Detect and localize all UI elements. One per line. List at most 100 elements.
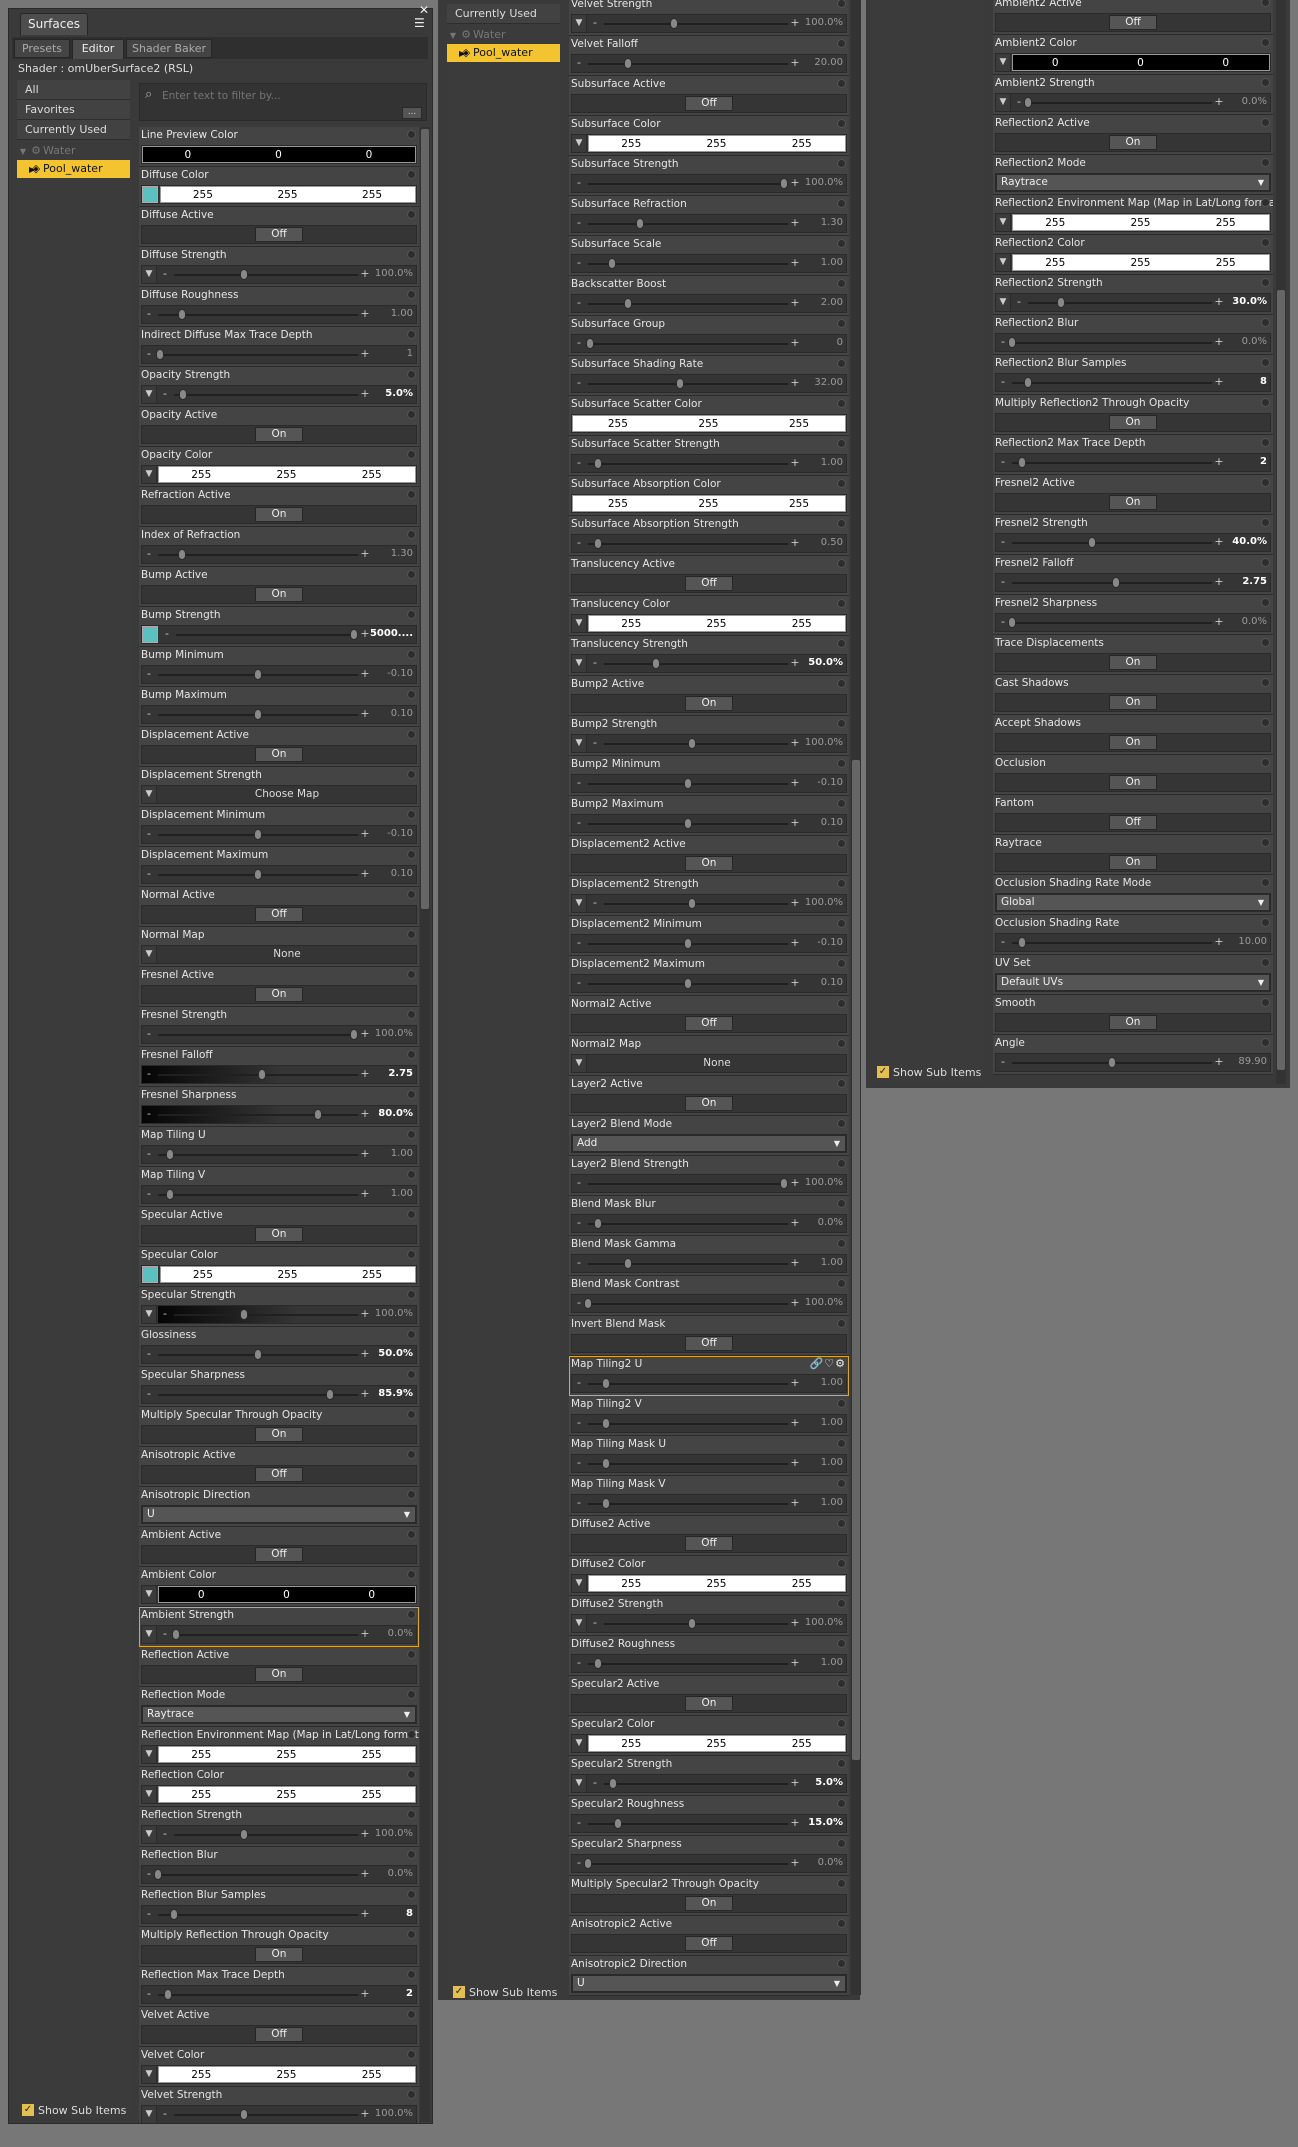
property-options-icon[interactable]	[837, 359, 846, 368]
slider-value[interactable]: 5.0%	[815, 1776, 843, 1790]
slider-knob[interactable]	[314, 1109, 322, 1120]
property-options-icon[interactable]	[837, 1479, 846, 1488]
property-options-icon[interactable]	[407, 850, 416, 859]
gear-icon[interactable]: ⚙	[835, 1357, 846, 1370]
increment-button[interactable]: +	[790, 896, 800, 910]
tab-presets[interactable]: Presets	[14, 39, 70, 58]
property-options-icon[interactable]	[837, 439, 846, 448]
slider-knob[interactable]	[1057, 297, 1066, 308]
color-value-field[interactable]: 000	[142, 146, 416, 163]
value-slider[interactable]: - +80.0%	[142, 1106, 416, 1123]
green-value[interactable]: 255	[246, 188, 330, 202]
slider-value[interactable]: 10.00	[1238, 935, 1267, 949]
decrement-button[interactable]: -	[144, 827, 154, 841]
map-menu-button[interactable]: ▼	[572, 1575, 587, 1592]
decrement-button[interactable]: -	[590, 656, 600, 670]
slider-value[interactable]: 1.00	[391, 1187, 413, 1201]
property-options-icon[interactable]	[407, 210, 416, 219]
increment-button[interactable]: +	[790, 176, 800, 190]
color-value-field[interactable]: 255 255 255	[160, 186, 416, 203]
slider-track[interactable]	[158, 1154, 358, 1156]
property-options-icon[interactable]	[407, 2050, 416, 2059]
toggle-button[interactable]: On	[685, 696, 733, 711]
slider-knob[interactable]	[1108, 1057, 1116, 1068]
increment-button[interactable]: +	[1214, 455, 1224, 469]
property-options-icon[interactable]	[837, 79, 846, 88]
green-value[interactable]: 255	[244, 468, 328, 482]
chevron-down-icon[interactable]: ▼	[1258, 975, 1264, 990]
map-menu-button[interactable]: ▼	[142, 266, 157, 283]
slider-value[interactable]: 100.0%	[805, 1616, 843, 1630]
slider-track[interactable]	[174, 2114, 358, 2116]
value-slider[interactable]: - +1.00	[572, 1375, 846, 1392]
red-value[interactable]: 0	[143, 148, 233, 162]
increment-button[interactable]: +	[360, 1867, 370, 1881]
value-slider[interactable]: - +0.0%	[142, 1866, 416, 1883]
filter-options-button[interactable]: ...	[402, 107, 422, 119]
slider-knob[interactable]	[326, 1389, 334, 1400]
increment-button[interactable]: +	[360, 547, 370, 561]
slider-value[interactable]: 1	[407, 347, 413, 361]
property-options-icon[interactable]	[837, 519, 846, 528]
decrement-button[interactable]: -	[574, 1856, 584, 1870]
slider-track[interactable]	[158, 1194, 358, 1196]
increment-button[interactable]: +	[360, 1307, 370, 1321]
slider-knob[interactable]	[602, 1378, 610, 1389]
property-options-icon[interactable]	[407, 1610, 416, 1619]
map-menu-button[interactable]: ▼	[142, 2066, 157, 2083]
green-value[interactable]: 0	[1098, 56, 1182, 70]
green-value[interactable]: 255	[664, 417, 754, 431]
slider-knob[interactable]	[624, 298, 632, 309]
value-slider[interactable]: - +100.0%	[142, 1026, 416, 1043]
decrement-button[interactable]: -	[144, 307, 154, 321]
slider-knob[interactable]	[684, 778, 692, 789]
slider-knob[interactable]	[239, 1309, 248, 1320]
increment-button[interactable]: +	[790, 1496, 800, 1510]
slider-track[interactable]	[158, 314, 358, 316]
nav-currently-used[interactable]: Currently Used	[17, 120, 130, 140]
color-value-field[interactable]: 255 255 255	[158, 1746, 416, 1763]
value-slider[interactable]: - +1.30	[572, 215, 846, 232]
increment-button[interactable]: +	[1214, 335, 1224, 349]
decrement-button[interactable]: -	[144, 1907, 154, 1921]
property-options-icon[interactable]	[837, 1799, 846, 1808]
map-menu-button[interactable]: ▼	[572, 15, 587, 32]
slider-knob[interactable]	[651, 658, 660, 669]
value-slider[interactable]: - +0.0%	[996, 614, 1270, 631]
increment-button[interactable]: +	[360, 347, 370, 361]
map-menu-button[interactable]: ▼	[996, 94, 1011, 111]
increment-button[interactable]: +	[360, 1067, 370, 1081]
panel-title-tab[interactable]: Surfaces	[20, 13, 88, 35]
property-options-icon[interactable]	[407, 1010, 416, 1019]
slider-value[interactable]: 1.00	[391, 307, 413, 321]
map-menu-button[interactable]: ▼	[142, 1586, 157, 1603]
slider-track[interactable]	[158, 1914, 358, 1916]
property-options-icon[interactable]	[1261, 78, 1270, 87]
property-options-icon[interactable]	[837, 919, 846, 928]
increment-button[interactable]: +	[790, 776, 800, 790]
toggle-button[interactable]: Off	[255, 227, 303, 242]
slider-knob[interactable]	[594, 1218, 602, 1229]
property-options-icon[interactable]	[837, 1399, 846, 1408]
red-value[interactable]: 255	[589, 1737, 673, 1751]
color-value-field[interactable]: 255 255 255	[588, 1735, 846, 1752]
slider-knob[interactable]	[669, 18, 678, 29]
red-value[interactable]: 255	[159, 1748, 243, 1762]
decrement-button[interactable]: -	[998, 335, 1008, 349]
slider-value[interactable]: 1.00	[821, 1376, 843, 1390]
property-options-icon[interactable]	[837, 239, 846, 248]
decrement-button[interactable]: -	[144, 1147, 154, 1161]
value-slider[interactable]: - + -0.10	[142, 826, 416, 843]
property-options-icon[interactable]	[407, 450, 416, 459]
map-menu-button[interactable]: ▼	[572, 1615, 587, 1632]
slider-value[interactable]: 8	[1260, 375, 1267, 389]
property-options-icon[interactable]	[1261, 398, 1270, 407]
property-options-icon[interactable]	[837, 879, 846, 888]
slider-knob[interactable]	[1018, 937, 1026, 948]
value-slider[interactable]: - +2	[996, 454, 1270, 471]
map-menu-button[interactable]: ▼	[572, 1775, 587, 1792]
increment-button[interactable]: +	[790, 976, 800, 990]
property-options-icon[interactable]	[837, 599, 846, 608]
slider-track[interactable]	[158, 354, 358, 356]
decrement-button[interactable]: -	[144, 707, 154, 721]
